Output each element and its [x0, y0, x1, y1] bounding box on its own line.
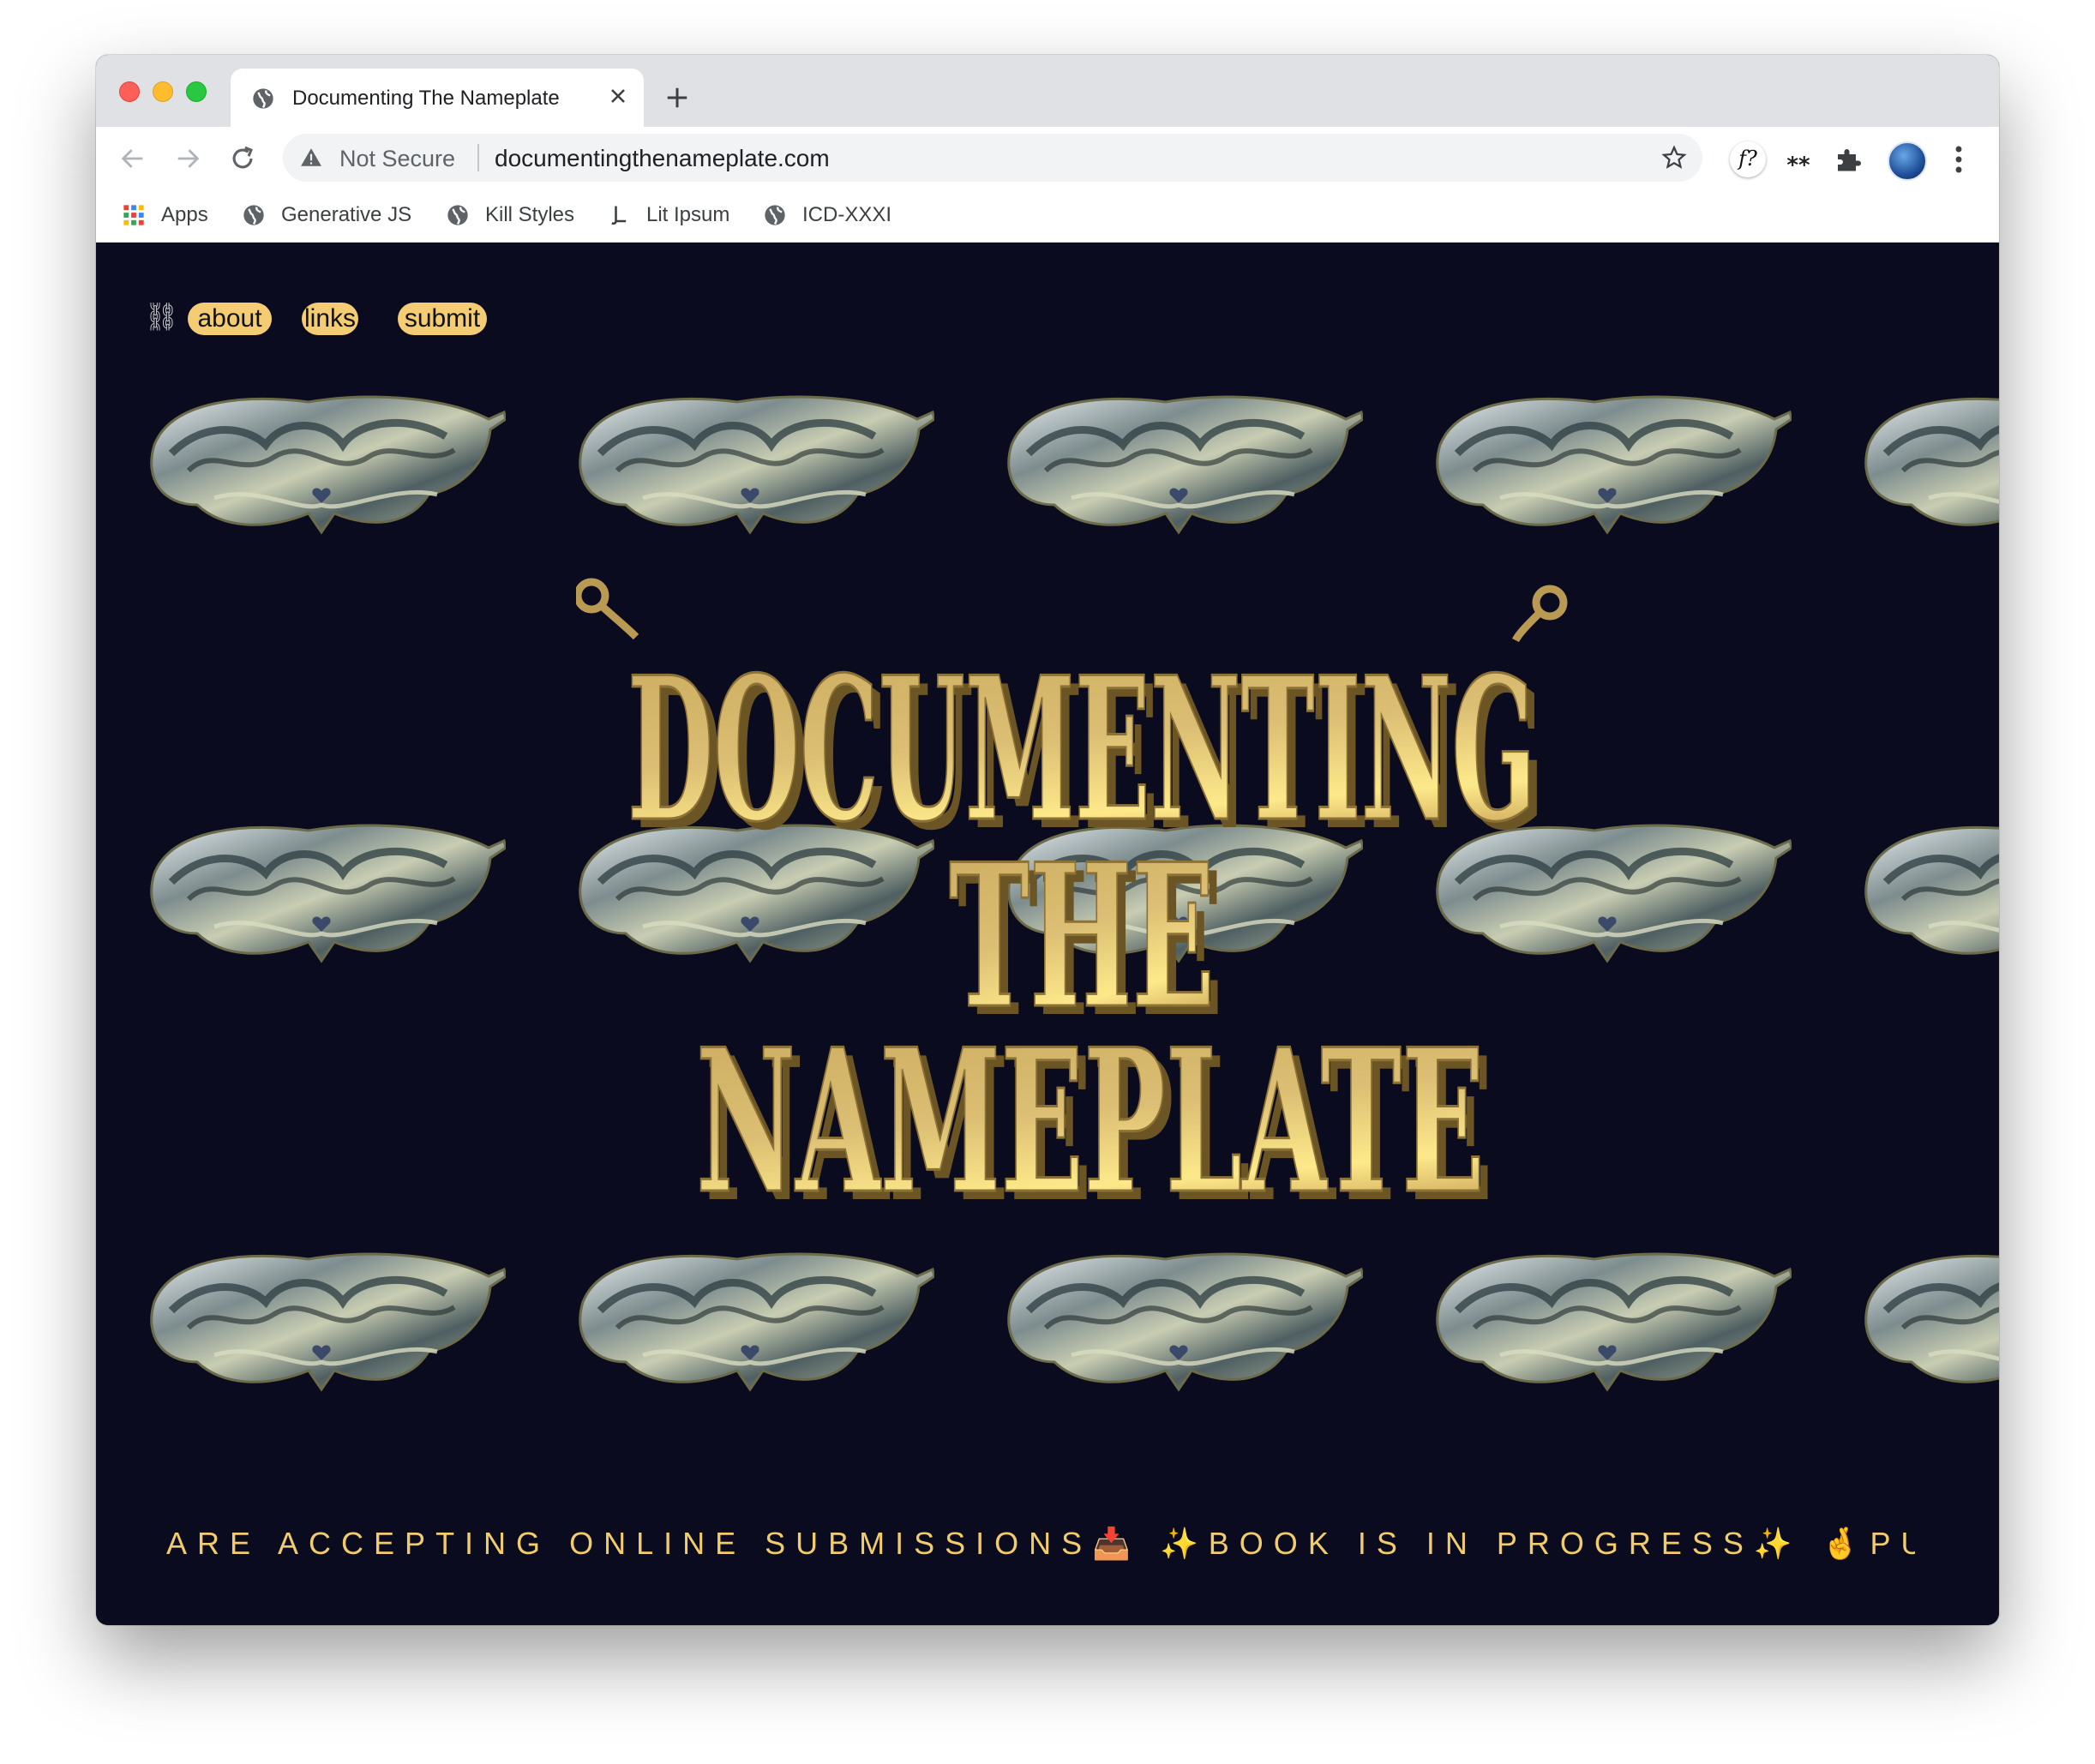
- nameplate-image: [137, 1242, 506, 1396]
- bookmark-kill-styles[interactable]: Kill Styles: [446, 201, 574, 230]
- maximize-window-button[interactable]: [186, 81, 207, 102]
- submit-link[interactable]: submit: [398, 303, 487, 335]
- browser-tab[interactable]: Documenting The Nameplate: [231, 69, 644, 127]
- nameplate-image: [1423, 385, 1792, 539]
- bookmark-lit-ipsum[interactable]: Lit Ipsum: [607, 201, 729, 230]
- hero-nameplate-logo: DOCUMENTING DOCUMENTING THE THE NAMEPLAT…: [576, 578, 1568, 1211]
- close-window-button[interactable]: [119, 81, 140, 102]
- globe-icon: [447, 205, 468, 225]
- more-menu-icon[interactable]: [1954, 144, 1963, 175]
- nameplate-image: [566, 385, 934, 539]
- bookmark-generative-js[interactable]: Generative JS: [242, 201, 411, 230]
- apps-grid-icon: [123, 205, 144, 225]
- chain-icon: ⛓: [144, 300, 179, 333]
- nameplate-image: [566, 1242, 934, 1396]
- address-separator: [477, 144, 479, 171]
- address-bar[interactable]: Not Secure documentingthenameplate.com: [283, 134, 1702, 182]
- globe-icon: [765, 205, 785, 225]
- font-extension-icon[interactable]: f?: [1730, 141, 1766, 177]
- nameplate-image: [137, 385, 506, 539]
- warning-icon[interactable]: [300, 147, 322, 169]
- browser-window: Documenting The Nameplate Not Secure doc…: [96, 55, 1999, 1625]
- bookmark-label: Lit Ipsum: [646, 203, 730, 226]
- tab-title: Documenting The Nameplate: [292, 87, 560, 110]
- bookmarks-bar: Apps Generative JS Kill Styles Lit Ipsum: [96, 189, 1999, 243]
- profile-avatar[interactable]: [1888, 141, 1927, 181]
- asterisk-extension-icon[interactable]: ⁎⁎: [1783, 144, 1814, 175]
- bookmark-label: Apps: [161, 203, 208, 226]
- links-link[interactable]: links: [302, 303, 358, 335]
- minimize-window-button[interactable]: [153, 81, 173, 102]
- nameplate-image: [1852, 813, 1999, 968]
- announcement-ticker: ARE ACCEPTING ONLINE SUBMISSIONS📥 ✨BOOK …: [166, 1526, 1915, 1561]
- close-tab-icon[interactable]: [606, 84, 630, 108]
- hero-line-3: NAMEPLATE: [696, 1006, 1485, 1211]
- new-tab-icon[interactable]: [664, 85, 690, 111]
- nameplate-image: [1852, 1242, 1999, 1396]
- nameplate-image: [994, 1242, 1363, 1396]
- url-text[interactable]: documentingthenameplate.com: [495, 145, 830, 172]
- bookmark-label: Kill Styles: [485, 203, 575, 226]
- globe-icon: [243, 205, 264, 225]
- nameplate-image: [1852, 385, 1999, 539]
- nameplate-image: [1423, 1242, 1792, 1396]
- browser-toolbar: Not Secure documentingthenameplate.com f…: [96, 127, 1999, 189]
- bookmark-label: ICD-XXXI: [802, 203, 892, 226]
- tab-strip: Documenting The Nameplate: [96, 55, 1999, 127]
- bookmark-star-icon[interactable]: [1661, 145, 1687, 171]
- bookmark-icd-xxxi[interactable]: ICD-XXXI: [763, 201, 891, 230]
- nameplate-image: [994, 385, 1363, 539]
- bookmark-apps[interactable]: Apps: [122, 201, 208, 230]
- about-link[interactable]: about: [188, 303, 272, 335]
- back-arrow-icon[interactable]: [118, 144, 147, 173]
- lit-ipsum-icon: [611, 206, 627, 225]
- bookmark-label: Generative JS: [281, 203, 412, 226]
- page-content: ⛓ about links submit DOCUMENTING DOCUMEN…: [96, 243, 1999, 1625]
- globe-icon: [253, 88, 273, 109]
- forward-arrow-icon[interactable]: [173, 144, 202, 173]
- nameplate-image: [137, 813, 506, 968]
- puzzle-extensions-icon[interactable]: [1833, 144, 1864, 175]
- security-label[interactable]: Not Secure: [339, 146, 455, 172]
- reload-icon[interactable]: [228, 144, 257, 173]
